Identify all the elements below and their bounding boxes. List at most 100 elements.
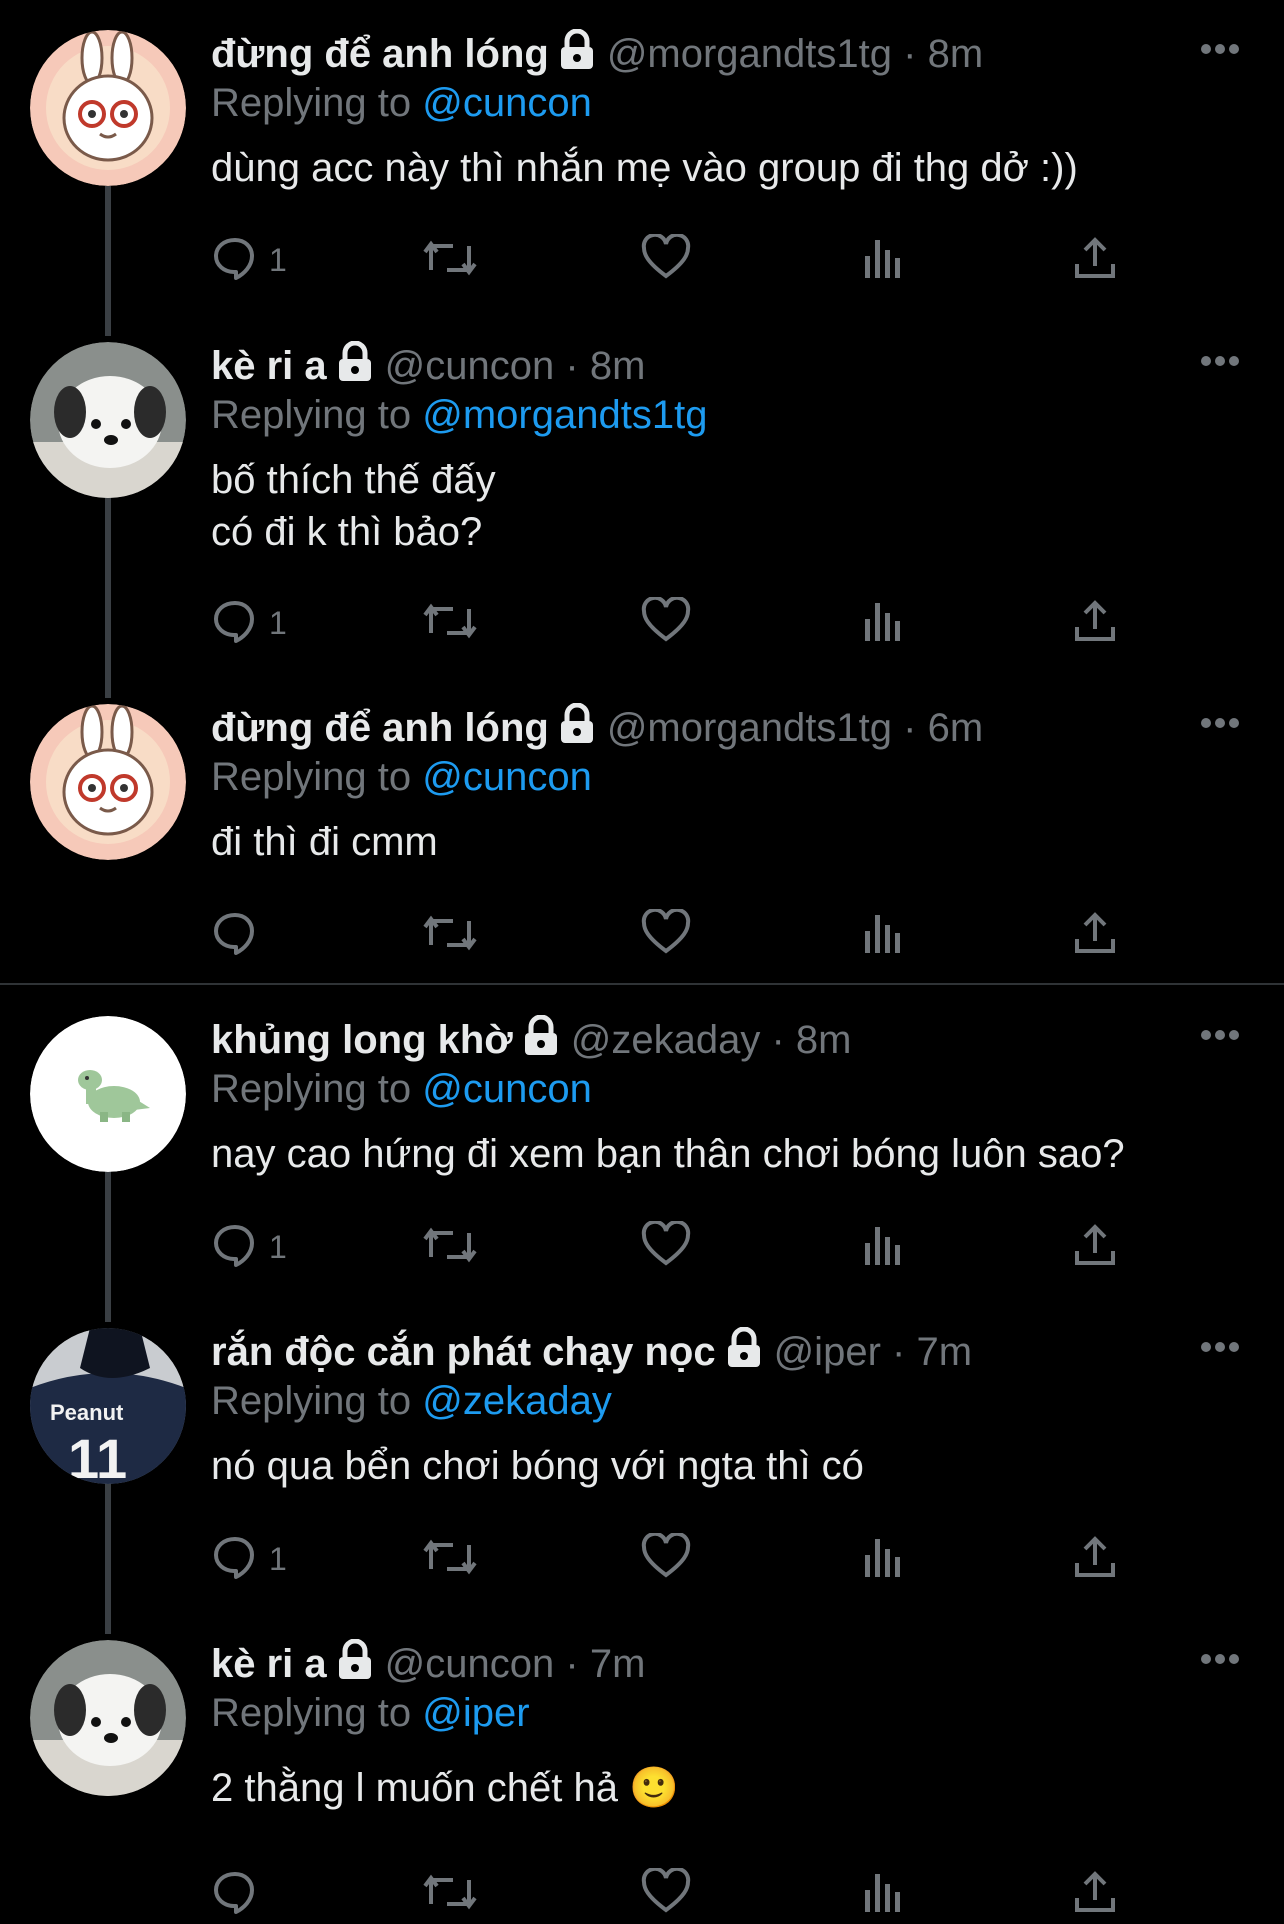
retweet-button[interactable] <box>421 905 479 965</box>
display-name[interactable]: đừng để anh lóng <box>211 706 549 750</box>
views-button[interactable] <box>861 905 905 965</box>
timestamp[interactable]: 7m <box>590 1642 646 1686</box>
tweet[interactable]: đừng để anh lóng @morgandts1tg · 6m Reply… <box>0 674 1284 984</box>
action-bar: 1 <box>211 1529 1284 1589</box>
display-name[interactable]: khủng long khờ <box>211 1018 513 1062</box>
display-name[interactable]: kè ri a <box>211 344 327 388</box>
share-button[interactable] <box>1071 230 1119 290</box>
tweet[interactable]: khủng long khờ @zekaday · 8m Replying to … <box>0 986 1284 1298</box>
like-button[interactable] <box>641 1864 691 1924</box>
like-button[interactable] <box>641 1529 691 1589</box>
user-handle[interactable]: @zekaday <box>571 1018 761 1062</box>
mention-link[interactable]: @zekaday <box>422 1379 612 1423</box>
reply-count: 1 <box>269 1228 287 1265</box>
user-handle[interactable]: @cuncon <box>385 1642 555 1686</box>
mention-link[interactable]: @iper <box>422 1691 529 1735</box>
tweet-text: đi thì đi cmm <box>211 820 438 864</box>
replying-to: Replying to @cuncon <box>211 78 592 128</box>
tweet[interactable]: Peanut 11 rắn độc cắn phát chạy nọc @iper… <box>0 1298 1284 1610</box>
like-button[interactable] <box>641 905 691 965</box>
retweet-button[interactable] <box>421 1864 479 1924</box>
timestamp[interactable]: 8m <box>796 1018 852 1062</box>
like-button[interactable] <box>641 230 691 290</box>
share-button[interactable] <box>1071 1529 1119 1589</box>
plush-dog-avatar[interactable] <box>30 342 186 498</box>
heart-icon <box>641 907 691 962</box>
share-button[interactable] <box>1071 1217 1119 1277</box>
analytics-icon <box>861 234 905 287</box>
reply-button[interactable]: 1 <box>211 230 287 290</box>
display-name[interactable]: đừng để anh lóng <box>211 32 549 76</box>
timestamp[interactable]: 8m <box>590 344 646 388</box>
retweet-button[interactable] <box>421 1529 479 1589</box>
reply-icon <box>211 1533 259 1586</box>
reply-button[interactable] <box>211 905 269 965</box>
jersey-avatar[interactable]: Peanut 11 <box>30 1328 186 1484</box>
retweet-icon <box>421 1221 479 1274</box>
display-name[interactable]: kè ri a <box>211 1642 327 1686</box>
views-button[interactable] <box>861 230 905 290</box>
reply-button[interactable]: 1 <box>211 1529 287 1589</box>
replying-to: Replying to @zekaday <box>211 1376 612 1426</box>
like-button[interactable] <box>641 593 691 653</box>
jersey-number-text: 11 <box>68 1427 127 1484</box>
tweet-text: nó qua bển chơi bóng với ngta thì có <box>211 1444 864 1488</box>
more-options-icon[interactable] <box>1200 1028 1240 1042</box>
replying-to-label: Replying to <box>211 393 412 437</box>
views-button[interactable] <box>861 1217 905 1277</box>
views-button[interactable] <box>861 1864 905 1924</box>
retweet-icon <box>421 234 479 287</box>
separator-dot: · <box>892 1330 906 1374</box>
reply-button[interactable]: 1 <box>211 593 287 653</box>
plush-dog-avatar[interactable] <box>30 1640 186 1796</box>
views-button[interactable] <box>861 1529 905 1589</box>
retweet-button[interactable] <box>421 593 479 653</box>
views-button[interactable] <box>861 593 905 653</box>
dinosaur-avatar[interactable] <box>30 1016 186 1172</box>
separator-dot: · <box>771 1018 785 1062</box>
timestamp[interactable]: 7m <box>916 1330 972 1374</box>
display-name[interactable]: rắn độc cắn phát chạy nọc <box>211 1330 716 1374</box>
tweet[interactable]: kè ri a @cuncon · 7m Replying to @iper 2 … <box>0 1610 1284 1914</box>
tweet-text: bố thích thế đấy có đi k thì bảo? <box>211 458 496 554</box>
user-handle[interactable]: @iper <box>774 1330 881 1374</box>
share-button[interactable] <box>1071 905 1119 965</box>
retweet-button[interactable] <box>421 230 479 290</box>
replying-to-label: Replying to <box>211 1067 412 1111</box>
replying-to-label: Replying to <box>211 1379 412 1423</box>
mention-link[interactable]: @cuncon <box>422 755 592 799</box>
user-handle[interactable]: @cuncon <box>385 344 555 388</box>
mention-link[interactable]: @cuncon <box>422 1067 592 1111</box>
more-options-icon[interactable] <box>1200 1340 1240 1354</box>
timestamp[interactable]: 8m <box>928 32 984 76</box>
user-handle[interactable]: @morgandts1tg <box>607 706 892 750</box>
lock-icon <box>335 1638 375 1694</box>
bunny-avatar[interactable] <box>30 704 186 860</box>
retweet-button[interactable] <box>421 1217 479 1277</box>
user-handle[interactable]: @morgandts1tg <box>607 32 892 76</box>
mention-link[interactable]: @morgandts1tg <box>422 393 707 437</box>
tweet[interactable]: đừng để anh lóng @morgandts1tg · 8m Reply… <box>0 0 1284 312</box>
more-options-icon[interactable] <box>1200 354 1240 368</box>
analytics-icon <box>861 1221 905 1274</box>
analytics-icon <box>861 1533 905 1586</box>
separator-dot: · <box>565 344 579 388</box>
like-button[interactable] <box>641 1217 691 1277</box>
retweet-icon <box>421 597 479 650</box>
bunny-avatar[interactable] <box>30 30 186 186</box>
more-options-icon[interactable] <box>1200 716 1240 730</box>
separator-dot: · <box>565 1642 579 1686</box>
reply-button[interactable] <box>211 1864 269 1924</box>
tweet[interactable]: kè ri a @cuncon · 8m Replying to @morgand… <box>0 312 1284 674</box>
mention-link[interactable]: @cuncon <box>422 81 592 125</box>
more-options-icon[interactable] <box>1200 1652 1240 1666</box>
action-bar: 1 <box>211 593 1284 653</box>
action-bar <box>211 1864 1284 1924</box>
share-icon <box>1071 597 1119 650</box>
timestamp[interactable]: 6m <box>928 706 984 750</box>
reply-button[interactable]: 1 <box>211 1217 287 1277</box>
more-options-icon[interactable] <box>1200 42 1240 56</box>
tweet-text: nay cao hứng đi xem bạn thân chơi bóng l… <box>211 1132 1125 1176</box>
share-button[interactable] <box>1071 593 1119 653</box>
share-button[interactable] <box>1071 1864 1119 1924</box>
